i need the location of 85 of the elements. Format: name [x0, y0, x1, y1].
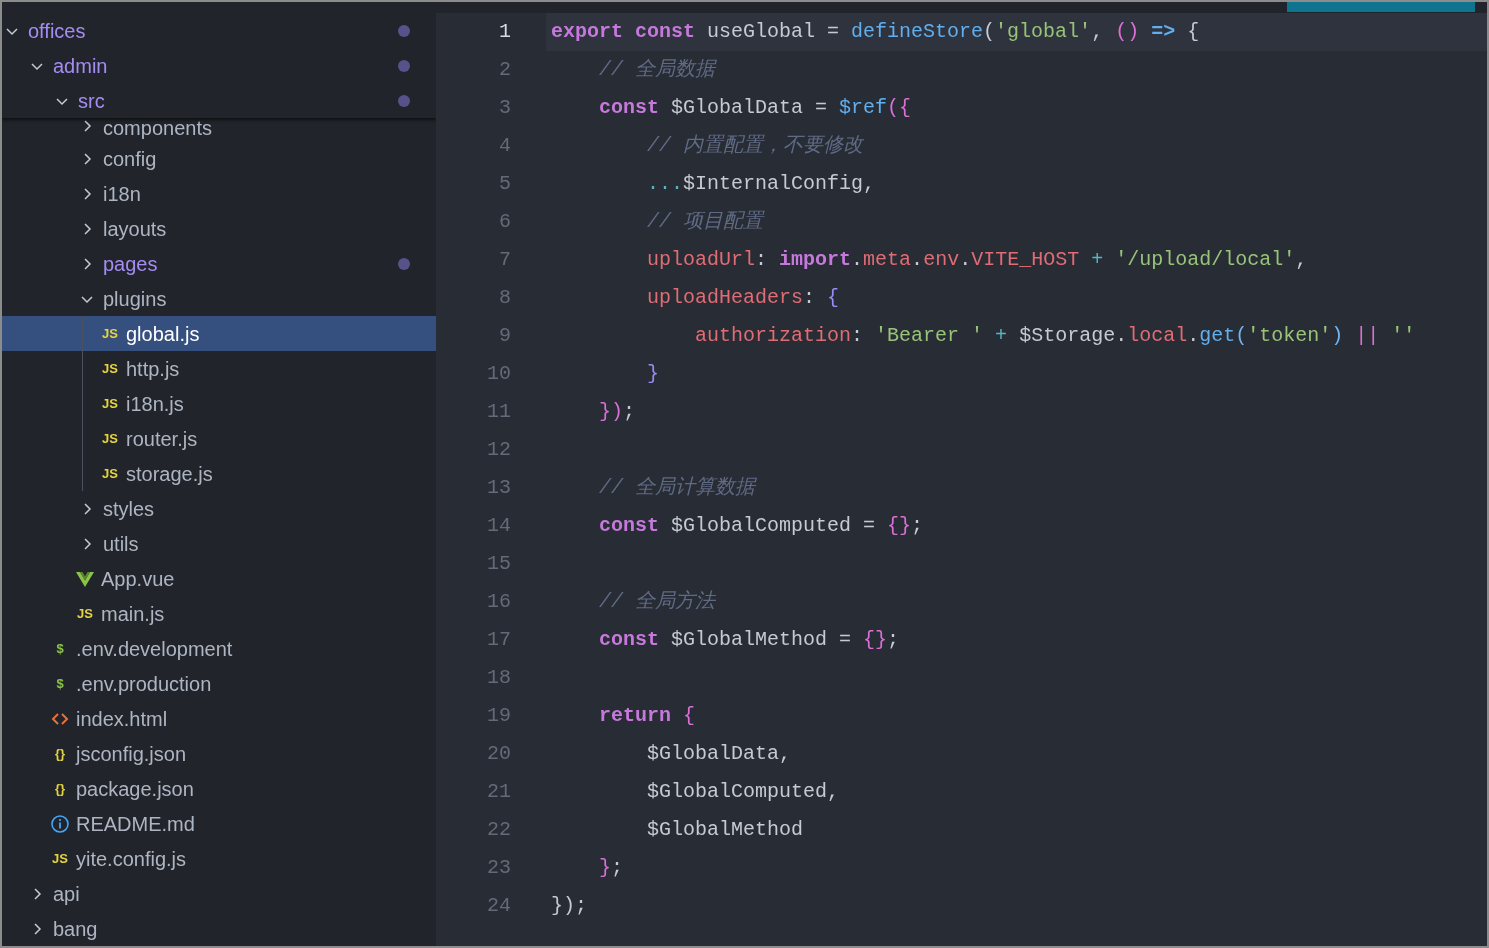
code-line: uploadHeaders: {: [646, 285, 840, 311]
file-item[interactable]: JS i18n.js: [2, 386, 436, 421]
code-line: const $GlobalMethod = {};: [598, 627, 900, 653]
file-item[interactable]: JS global.js: [2, 316, 436, 351]
line-number: 1: [498, 19, 511, 45]
code-line: const $GlobalComputed = {};: [598, 513, 924, 539]
line-number: 8: [498, 285, 511, 311]
line-number: 5: [498, 171, 511, 197]
code-line: });: [598, 399, 636, 425]
line-number: 17: [486, 627, 511, 653]
file-item[interactable]: App.vue: [2, 561, 436, 596]
code-line: }: [646, 361, 660, 387]
braces-icon: {}: [50, 782, 70, 795]
line-number: 21: [486, 779, 511, 805]
folder-item[interactable]: layouts: [2, 211, 436, 246]
line-number: 23: [486, 855, 511, 881]
line-number: 20: [486, 741, 511, 767]
code-line: $GlobalComputed,: [646, 779, 840, 805]
file-item[interactable]: $ .env.production: [2, 666, 436, 701]
line-number: 12: [486, 437, 511, 463]
folder-item[interactable]: components: [2, 118, 436, 141]
line-number: 19: [486, 703, 511, 729]
dollar-icon: $: [50, 642, 70, 655]
folder-item[interactable]: config: [2, 141, 436, 176]
js-file-icon: JS: [100, 397, 120, 410]
code-line: };: [598, 855, 624, 881]
code-line: // 内置配置，不要修改: [646, 133, 864, 159]
line-number: 9: [498, 323, 511, 349]
line-number: 10: [486, 361, 511, 387]
code-line: const $GlobalData = $ref({: [598, 95, 912, 121]
file-item[interactable]: {} package.json: [2, 771, 436, 806]
braces-icon: {}: [50, 747, 70, 760]
folder-item[interactable]: styles: [2, 491, 436, 526]
code-line: // 全局计算数据: [598, 475, 755, 501]
folder-item[interactable]: pages: [2, 246, 436, 281]
line-number: 16: [486, 589, 511, 615]
line-number: 11: [486, 399, 511, 425]
file-item[interactable]: index.html: [2, 701, 436, 736]
folder-item[interactable]: plugins: [2, 281, 436, 316]
file-item[interactable]: README.md: [2, 806, 436, 841]
folder-item[interactable]: bang: [2, 911, 436, 946]
info-icon: [50, 813, 70, 834]
line-number: 24: [486, 893, 511, 919]
line-number: 2: [498, 57, 511, 83]
js-file-icon: JS: [75, 607, 95, 620]
code-line: export const useGlobal = defineStore('global', () => {: [550, 19, 1200, 45]
js-file-icon: JS: [100, 362, 120, 375]
code-line: // 全局数据: [598, 57, 715, 83]
code-line: ...$InternalConfig,: [646, 171, 876, 197]
js-file-icon: JS: [100, 467, 120, 480]
file-item[interactable]: JS router.js: [2, 421, 436, 456]
code-line: uploadUrl: import.meta.env.VITE_HOST + '/upload/local',: [646, 247, 1308, 273]
code-line: $GlobalData,: [646, 741, 792, 767]
code-line: return {: [598, 703, 696, 729]
file-item[interactable]: JS yite.config.js: [2, 841, 436, 876]
file-item[interactable]: JS http.js: [2, 351, 436, 386]
code-line: authorization: 'Bearer ' + $Storage.local.get('token') || '': [694, 323, 1416, 349]
line-number: 13: [486, 475, 511, 501]
line-number: 4: [498, 133, 511, 159]
folder-item[interactable]: i18n: [2, 176, 436, 211]
folder-item[interactable]: api: [2, 876, 436, 911]
line-number: 18: [486, 665, 511, 691]
file-item[interactable]: JS storage.js: [2, 456, 436, 491]
line-number: 15: [486, 551, 511, 577]
folder-item[interactable]: utils: [2, 526, 436, 561]
code-line: // 项目配置: [646, 209, 764, 235]
scrollbar-thumb[interactable]: [1287, 2, 1475, 12]
file-item[interactable]: JS main.js: [2, 596, 436, 631]
line-number: 7: [498, 247, 511, 273]
js-file-icon: JS: [100, 327, 120, 340]
file-item[interactable]: {} jsconfig.json: [2, 736, 436, 771]
code-line: });: [550, 893, 587, 919]
line-number: 6: [498, 209, 511, 235]
dollar-icon: $: [50, 677, 70, 690]
line-number: 22: [486, 817, 511, 843]
line-number: 14: [486, 513, 511, 539]
code-line: // 全局方法: [598, 589, 715, 615]
file-item[interactable]: $ .env.development: [2, 631, 436, 666]
js-file-icon: JS: [100, 432, 120, 445]
folder-item[interactable]: src: [2, 83, 436, 118]
code-line: $GlobalMethod: [646, 817, 804, 843]
folder-item[interactable]: offices: [2, 13, 436, 48]
line-number: 3: [498, 95, 511, 121]
js-file-icon: JS: [50, 852, 70, 865]
folder-item[interactable]: admin: [2, 48, 436, 83]
